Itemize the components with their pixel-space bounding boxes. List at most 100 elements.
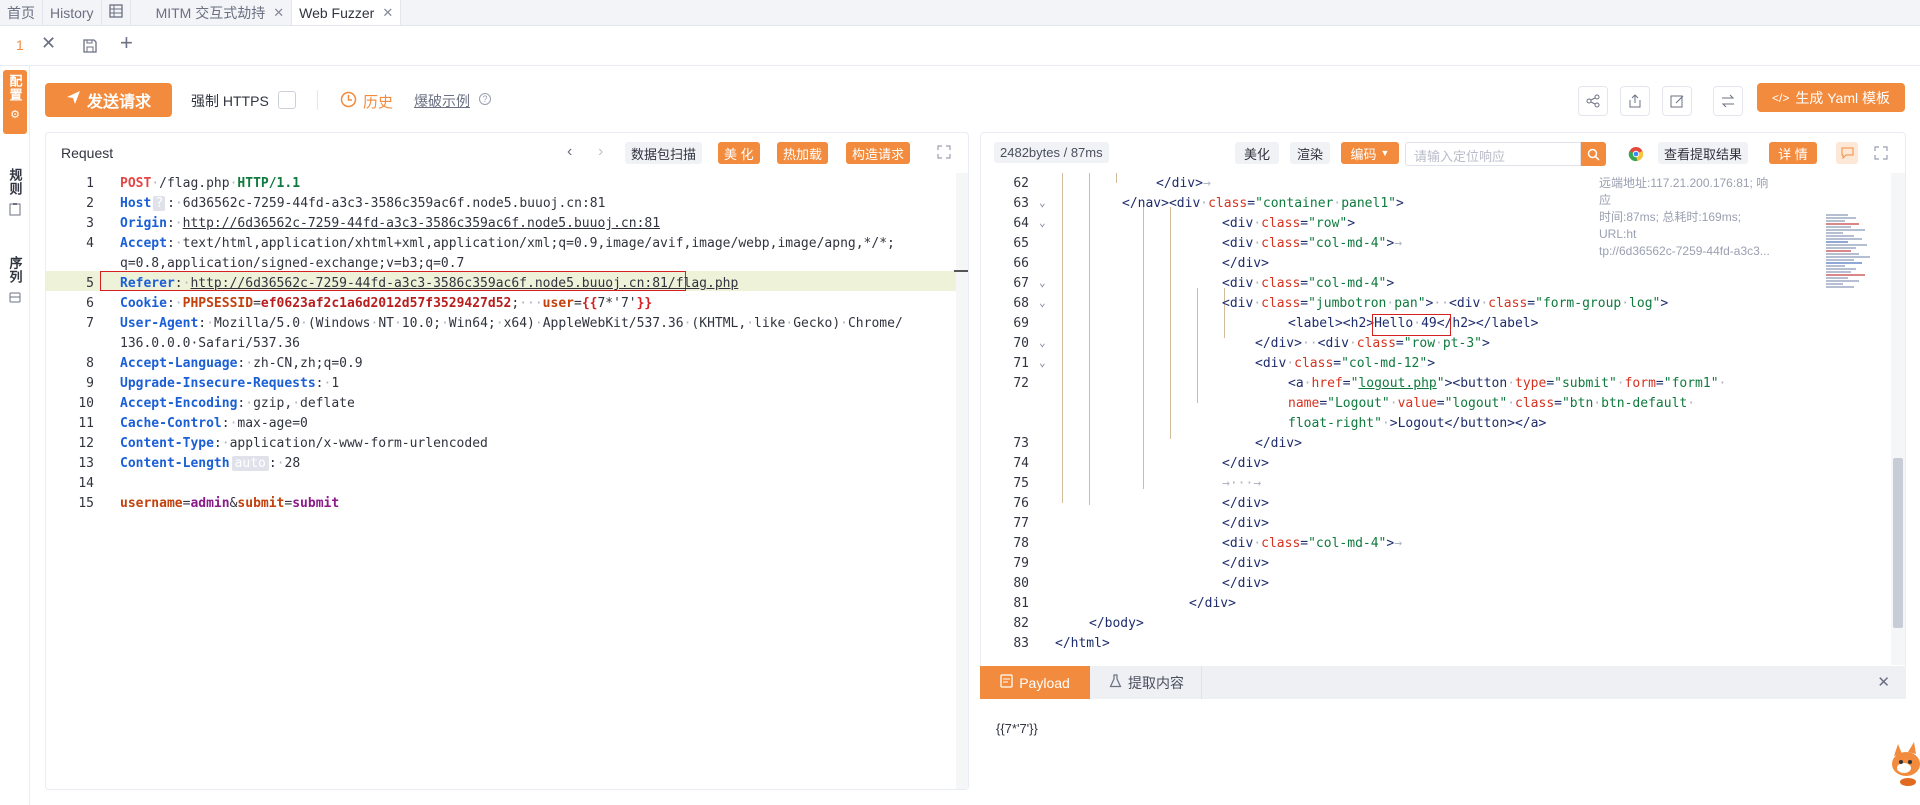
close-icon[interactable]: ✕ — [1877, 673, 1890, 691]
line-number: 4 — [86, 236, 94, 251]
force-https-checkbox[interactable] — [278, 91, 296, 109]
code-line-wrap: q=0.8,application/signed-exchange;v=b3;q… — [120, 256, 465, 271]
code-line: </div> — [1222, 456, 1269, 471]
fullscreen-icon[interactable] — [937, 145, 951, 162]
comment-icon[interactable] — [1836, 142, 1858, 164]
beautify-button[interactable]: 美 化 — [718, 142, 760, 164]
close-icon[interactable]: ✕ — [273, 5, 284, 21]
left-sidebar: 配置 ⚙ 规则 序列 — [0, 66, 30, 805]
send-request-button[interactable]: 发送请求 — [45, 83, 172, 117]
chevron-right-icon[interactable]: › — [598, 143, 603, 161]
packet-scan-button[interactable]: 数据包扫描 — [625, 142, 703, 164]
brute-example-link[interactable]: 爆破示例 — [414, 91, 470, 111]
tab-web-fuzzer[interactable]: Web Fuzzer ✕ — [292, 0, 402, 25]
code-line-body: username=admin&submit=submit — [120, 496, 340, 511]
sidebar-item-rules[interactable]: 规则 — [3, 164, 27, 223]
response-panel-header: 2482bytes / 87ms 美化 渲染 编码 ▼ 请输入定位响应 查看提取结… — [981, 133, 1905, 173]
encode-label: 编码 — [1350, 146, 1377, 162]
help-icon[interactable]: ? — [479, 93, 491, 105]
line-number: 5 — [86, 276, 94, 291]
fullscreen-icon[interactable] — [1874, 146, 1888, 163]
document-icon — [1000, 674, 1013, 691]
response-editor[interactable]: 远端地址:117.21.200.176:81; 响应 时间:87ms; 总耗时:… — [981, 173, 1905, 665]
fold-chevron-icon[interactable]: ⌄ — [1039, 356, 1051, 369]
swap-icon[interactable] — [1713, 86, 1743, 116]
code-line: User-Agent:·Mozilla/5.0·(Windows·NT·10.0… — [120, 316, 903, 331]
tab-extract[interactable]: 提取内容 — [1092, 666, 1202, 699]
chrome-icon[interactable] — [1628, 146, 1644, 165]
code-line-cookie: Cookie:·PHPSESSID=ef0623af2c1a6d2012d57f… — [120, 296, 653, 311]
code-line: Origin:·http://6d36562c-7259-44fd-a3c3-3… — [120, 216, 661, 231]
tab-mitm[interactable]: MITM 交互式劫持 ✕ — [131, 0, 293, 25]
fold-chevron-icon[interactable]: ⌄ — [1039, 216, 1051, 229]
render-button[interactable]: 渲染 — [1290, 142, 1330, 164]
fold-chevron-icon[interactable]: ⌄ — [1039, 296, 1051, 309]
line-number: 8 — [86, 356, 94, 371]
code-line: <div·class="col-md-4">→ — [1222, 536, 1403, 551]
encode-dropdown[interactable]: 编码 ▼ — [1341, 142, 1399, 164]
line-number: 82 — [1013, 616, 1029, 631]
code-line-wrap: name="Logout"·value="logout"·class="btn·… — [1288, 396, 1696, 411]
line-number: 64 — [1013, 216, 1029, 231]
line-number: 76 — [1013, 496, 1029, 511]
line-number: 80 — [1013, 576, 1029, 591]
scrollbar[interactable] — [1891, 173, 1905, 665]
code-line: <div·class="col-md-4">→ — [1222, 236, 1403, 251]
payload-panel: Payload 提取内容 ✕ {{7*'7'}} — [980, 666, 1906, 790]
close-icon[interactable]: ✕ — [382, 5, 393, 21]
sidebar-item-label: 配置 — [7, 74, 23, 102]
history-link[interactable]: 历史 — [363, 91, 393, 112]
search-button[interactable] — [1581, 142, 1606, 166]
view-extract-results-button[interactable]: 查看提取结果 — [1658, 142, 1749, 164]
fold-chevron-icon[interactable]: ⌄ — [1039, 336, 1051, 349]
edit-icon[interactable] — [1662, 86, 1692, 116]
scrollbar[interactable] — [956, 173, 968, 789]
tab-extract-label: 提取内容 — [1128, 674, 1184, 691]
code-line: </div> — [1222, 556, 1269, 571]
fold-chevron-icon[interactable]: ⌄ — [1039, 196, 1051, 209]
hot-load-button[interactable]: 热加载 — [777, 142, 829, 164]
build-request-button[interactable]: 构造请求 — [846, 142, 911, 164]
tab-history[interactable]: History — [43, 0, 102, 25]
force-https-label: 强制 HTTPS — [191, 93, 269, 109]
scrollbar-thumb[interactable] — [1893, 458, 1903, 628]
save-icon[interactable] — [82, 38, 98, 57]
mascot-fox-icon[interactable] — [1884, 738, 1920, 788]
line-number: 77 — [1013, 516, 1029, 531]
generate-yaml-label: 生成 Yaml 模板 — [1795, 89, 1890, 106]
code-line: Accept:·text/html,application/xhtml+xml,… — [120, 236, 895, 251]
code-line: </div> — [1189, 596, 1236, 611]
minimap[interactable] — [1826, 213, 1881, 343]
sidebar-item-sequence[interactable]: 序列 — [3, 252, 27, 311]
close-icon[interactable]: ✕ — [41, 33, 56, 54]
export-icon[interactable] — [1620, 86, 1650, 116]
locate-response-input[interactable]: 请输入定位响应 — [1405, 142, 1581, 166]
generate-yaml-button[interactable]: </> 生成 Yaml 模板 — [1757, 83, 1905, 112]
details-button[interactable]: 详 情 — [1769, 142, 1817, 164]
share-icon[interactable] — [1578, 86, 1608, 116]
sidebar-item-label: 规则 — [7, 168, 23, 196]
meta-timing: 时间:87ms; 总耗时:169ms; URL:ht — [1599, 210, 1742, 241]
line-number: 12 — [78, 436, 94, 451]
tab-payload[interactable]: Payload — [980, 666, 1090, 699]
beautify-response-button[interactable]: 美化 — [1235, 142, 1279, 164]
code-line: </div> — [1222, 516, 1269, 531]
history-clock-icon[interactable] — [340, 91, 357, 111]
line-number: 7 — [86, 316, 94, 331]
tab-mitm-label: MITM 交互式劫持 — [155, 4, 266, 21]
chevron-left-icon[interactable]: ‹ — [567, 143, 572, 161]
tab-payload-label: Payload — [1019, 674, 1070, 691]
sidebar-item-config[interactable]: 配置 ⚙ — [3, 70, 27, 134]
request-editor[interactable]: 1 POST·/flag.php·HTTP/1.1 2 Host?:·6d365… — [46, 173, 968, 789]
tab-home[interactable]: 首页 — [0, 0, 43, 25]
add-icon[interactable]: + — [120, 30, 133, 56]
sub-tab-index[interactable]: 1 — [16, 37, 24, 53]
line-number: 13 — [78, 456, 94, 471]
line-number: 1 — [86, 176, 94, 191]
search-icon — [1587, 148, 1600, 161]
line-number: 68 — [1013, 296, 1029, 311]
line-number: 14 — [78, 476, 94, 491]
fold-chevron-icon[interactable]: ⌄ — [1039, 276, 1051, 289]
code-line: <div·class="col-md-12"> — [1255, 356, 1436, 371]
tab-table[interactable] — [102, 0, 131, 25]
